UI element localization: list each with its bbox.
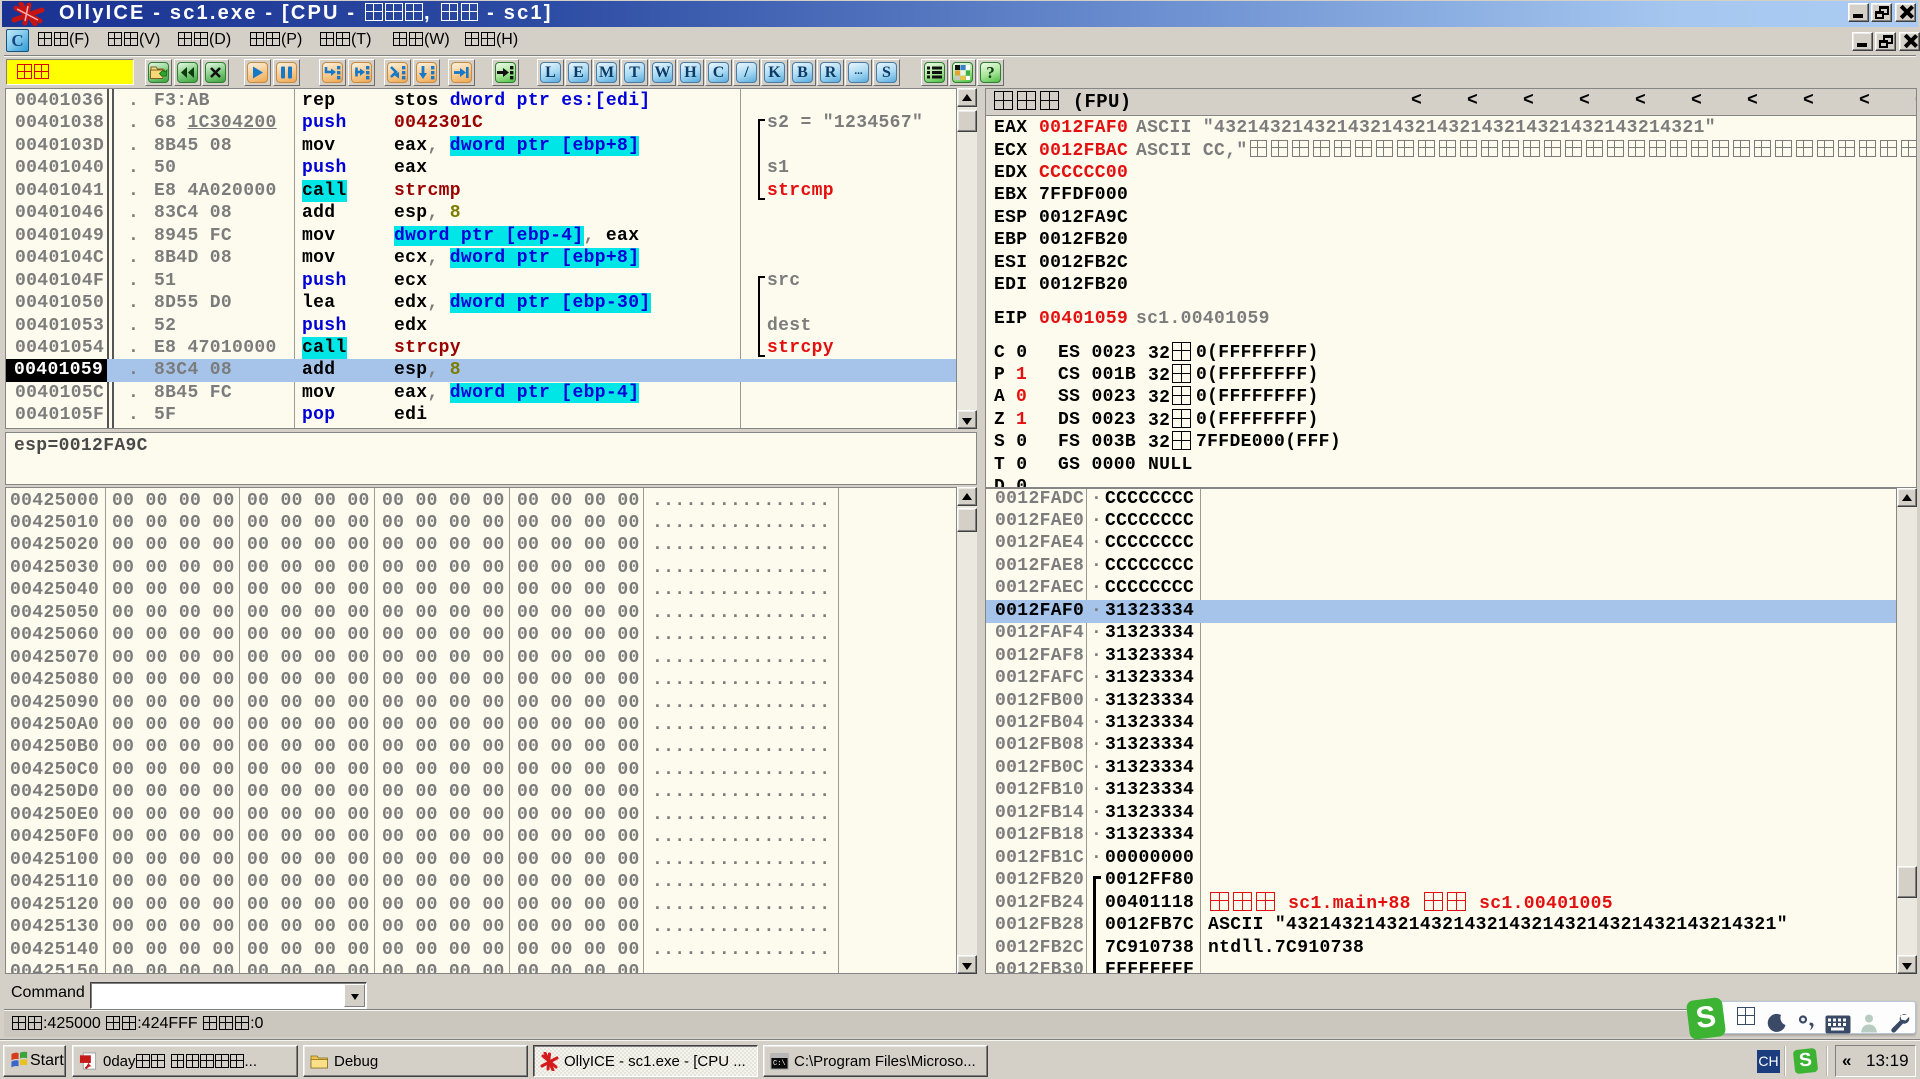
svg-text:C:\: C:\	[773, 1060, 786, 1068]
